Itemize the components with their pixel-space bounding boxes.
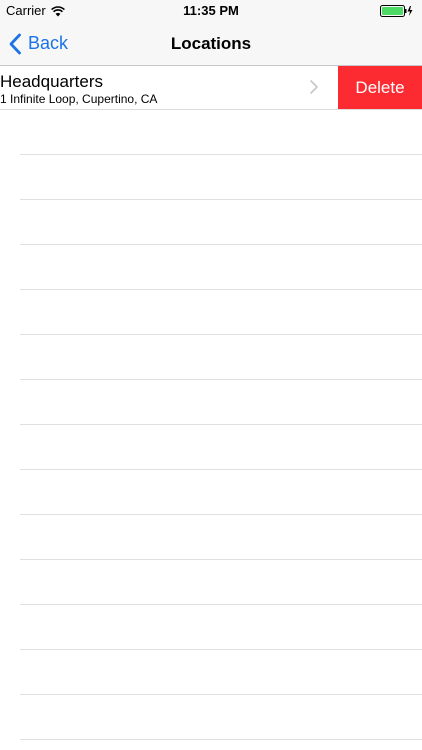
row-separator: [20, 199, 422, 200]
location-title: Headquarters: [0, 72, 104, 91]
row-separator: [20, 604, 422, 605]
location-row[interactable]: Headquarters 1 Infinite Loop, Cupertino,…: [0, 66, 422, 110]
battery-icon: [380, 5, 413, 17]
status-bar: Carrier 11:35 PM: [0, 0, 422, 22]
row-separator: [20, 559, 422, 560]
row-separator: [20, 244, 422, 245]
navigation-bar: Back Locations: [0, 22, 422, 66]
row-separator: [20, 424, 422, 425]
row-separator: [20, 334, 422, 335]
row-separator: [20, 154, 422, 155]
row-separator: [20, 739, 422, 740]
row-separator: [20, 379, 422, 380]
status-time: 11:35 PM: [183, 3, 239, 18]
row-separator: [20, 514, 422, 515]
row-separator: [20, 469, 422, 470]
delete-button[interactable]: Delete: [338, 66, 422, 109]
location-row-content[interactable]: Headquarters 1 Infinite Loop, Cupertino,…: [0, 66, 338, 109]
location-address: 1 Infinite Loop, Cupertino, CA: [0, 92, 158, 106]
page-title: Locations: [170, 34, 252, 53]
row-separator: [20, 649, 422, 650]
row-separator: [20, 694, 422, 695]
row-separator: [20, 289, 422, 290]
locations-list: Headquarters 1 Infinite Loop, Cupertino,…: [0, 66, 422, 750]
chevron-right-icon: [310, 80, 318, 94]
